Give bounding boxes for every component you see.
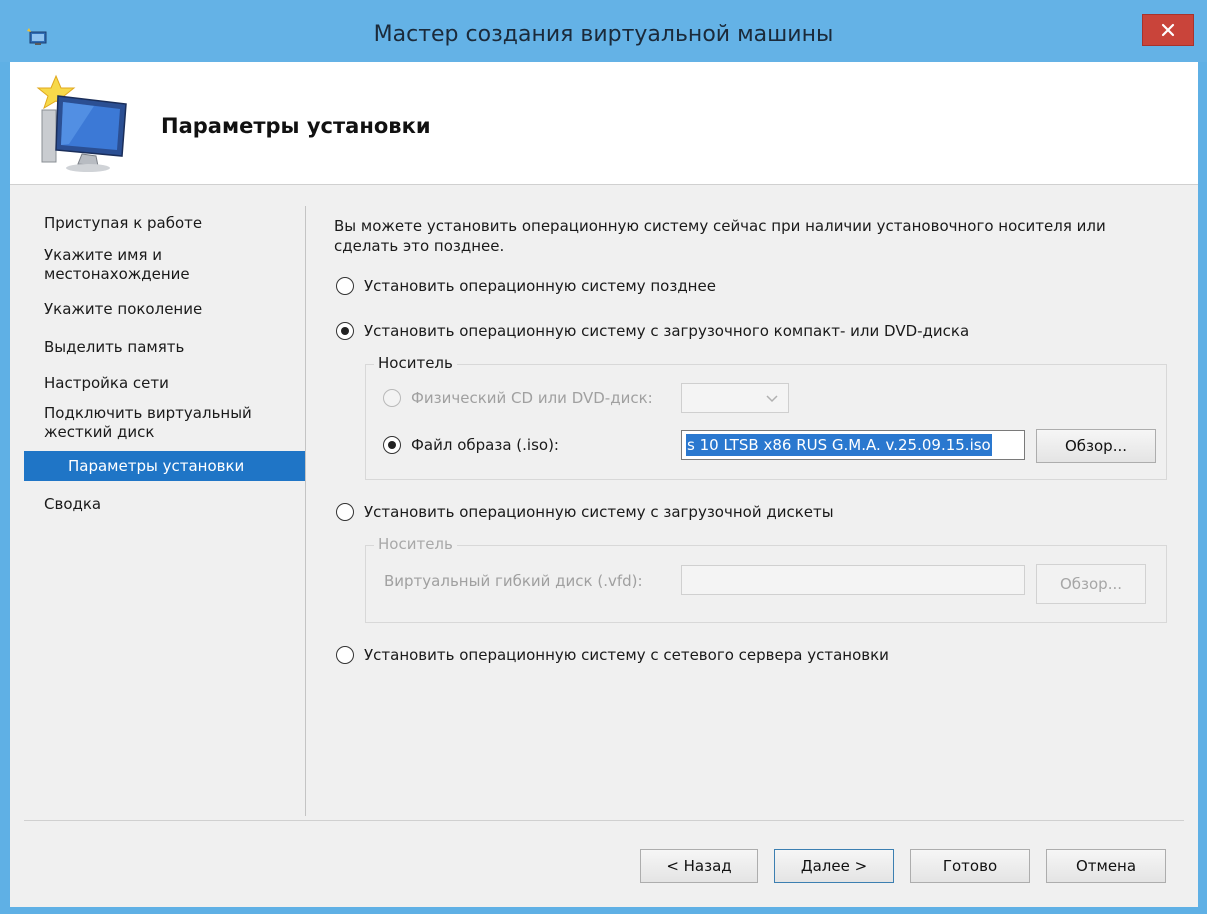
option-install-floppy[interactable]: Установить операционную систему с загруз…: [336, 503, 834, 521]
nav-item-name-location[interactable]: Укажите имя и местонахождение: [44, 246, 190, 284]
vfd-path-input[interactable]: [681, 565, 1025, 595]
radio-install-floppy[interactable]: [336, 503, 354, 521]
radio-physical-drive[interactable]: [383, 389, 401, 407]
new-vm-wizard-icon: [36, 74, 127, 172]
radio-install-network[interactable]: [336, 646, 354, 664]
option-install-network-label: Установить операционную систему с сетево…: [364, 646, 889, 664]
nav-item-summary[interactable]: Сводка: [44, 495, 101, 514]
title-bar[interactable]: Мастер создания виртуальной машины: [0, 0, 1207, 62]
footer-divider: [24, 820, 1184, 821]
option-install-dvd[interactable]: Установить операционную систему с загруз…: [336, 322, 969, 340]
nav-item-generation[interactable]: Укажите поколение: [44, 300, 202, 319]
next-button[interactable]: Далее >: [774, 849, 894, 883]
iso-file-label: Файл образа (.iso):: [411, 436, 559, 454]
nav-item-memory[interactable]: Выделить память: [44, 338, 184, 357]
finish-button[interactable]: Готово: [910, 849, 1030, 883]
option-install-later[interactable]: Установить операционную систему позднее: [336, 277, 716, 295]
floppy-media-legend: Носитель: [374, 535, 457, 553]
chevron-down-icon: [766, 395, 778, 403]
option-install-network[interactable]: Установить операционную систему с сетево…: [336, 646, 889, 664]
option-iso-file[interactable]: Файл образа (.iso):: [383, 436, 559, 454]
nav-item-virtual-disk[interactable]: Подключить виртуальный жесткий диск: [44, 404, 252, 442]
cancel-button[interactable]: Отмена: [1046, 849, 1166, 883]
radio-install-later[interactable]: [336, 277, 354, 295]
wizard-header: Параметры установки: [10, 62, 1198, 185]
wizard-window: Мастер создания виртуальной машины Парам…: [0, 0, 1207, 914]
physical-drive-label: Физический CD или DVD-диск:: [411, 389, 653, 407]
option-install-dvd-label: Установить операционную систему с загруз…: [364, 322, 970, 340]
option-install-floppy-label: Установить операционную систему с загруз…: [364, 503, 834, 521]
back-button[interactable]: < Назад: [640, 849, 758, 883]
iso-path-input[interactable]: s 10 LTSB x86 RUS G.M.A. v.25.09.15.iso: [681, 430, 1025, 460]
window-title: Мастер создания виртуальной машины: [373, 22, 834, 47]
physical-drive-select[interactable]: [681, 383, 789, 413]
page-title: Параметры установки: [161, 114, 431, 138]
radio-install-dvd[interactable]: [336, 322, 354, 340]
option-install-later-label: Установить операционную систему позднее: [364, 277, 716, 295]
iso-path-value: s 10 LTSB x86 RUS G.M.A. v.25.09.15.iso: [686, 434, 992, 456]
dvd-media-legend: Носитель: [374, 354, 457, 372]
vfd-label: Виртуальный гибкий диск (.vfd):: [384, 572, 643, 590]
nav-item-networking[interactable]: Настройка сети: [44, 374, 169, 393]
iso-browse-button[interactable]: Обзор...: [1036, 429, 1156, 463]
wizard-client-area: Параметры установки Приступая к работе У…: [10, 62, 1198, 907]
nav-item-installation-options[interactable]: Параметры установки: [24, 451, 305, 481]
vfd-browse-button[interactable]: Обзор...: [1036, 564, 1146, 604]
nav-item-getting-started[interactable]: Приступая к работе: [44, 214, 202, 233]
radio-iso-file[interactable]: [383, 436, 401, 454]
option-physical-drive[interactable]: Физический CD или DVD-диск:: [383, 389, 653, 407]
close-icon: [1161, 23, 1175, 37]
intro-text: Вы можете установить операционную систем…: [334, 217, 1106, 255]
close-button[interactable]: [1142, 14, 1194, 46]
